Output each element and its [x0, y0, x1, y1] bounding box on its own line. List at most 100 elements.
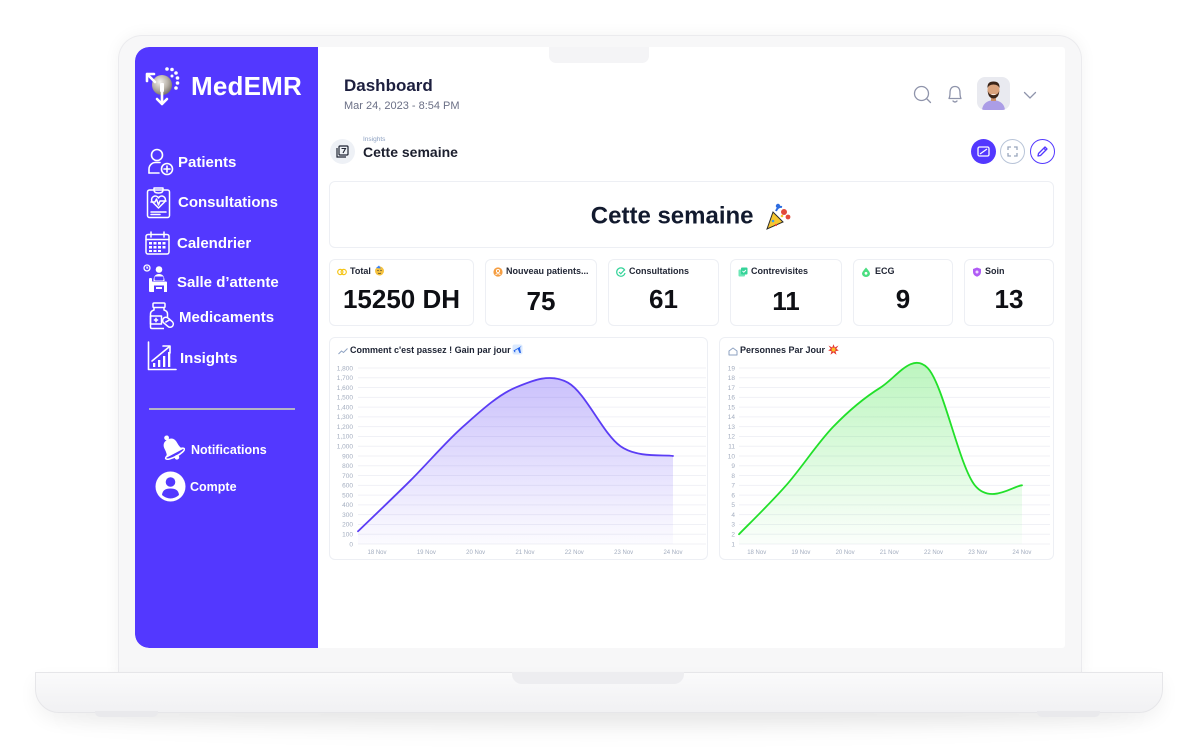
- x-tick-label: 24 Nov: [1012, 550, 1031, 556]
- data-point: [973, 483, 977, 487]
- stat-value: 13: [994, 284, 1024, 314]
- y-tick-label: 16: [728, 395, 736, 402]
- y-tick-label: 11: [728, 444, 735, 451]
- coins-icon: [337, 268, 347, 276]
- y-tick-label: 2: [731, 532, 735, 539]
- data-point: [831, 425, 835, 429]
- personnes-area-chart: 1234567891011121314151617181918 Nov 19 No…: [728, 361, 1050, 556]
- partying-face-icon: [375, 265, 384, 276]
- y-tick-label: 1,700: [337, 375, 354, 382]
- picture-view-button[interactable]: [971, 139, 996, 164]
- chevron-down-icon[interactable]: [1023, 91, 1037, 100]
- y-tick-label: 15: [728, 404, 736, 411]
- x-tick-label: 23 Nov: [614, 550, 633, 556]
- app-window: MedEMR Patients Consultations Calendrier…: [135, 47, 1065, 648]
- y-tick-label: 1,000: [337, 444, 354, 451]
- laptop-trackpad-notch: [512, 672, 684, 684]
- fullscreen-button[interactable]: [1000, 139, 1025, 164]
- laptop-foot-left: [95, 711, 158, 717]
- bell-icon: [163, 435, 185, 461]
- app-name: MedEMR: [191, 71, 302, 101]
- stat-label: ECG: [875, 266, 895, 276]
- sidebar-item-medicaments[interactable]: Medicaments: [135, 301, 318, 335]
- avatar[interactable]: [977, 77, 1010, 110]
- y-tick-label: 8: [731, 473, 735, 480]
- stat-card-consultations[interactable]: Consultations 61: [608, 259, 719, 326]
- laptop-foot-right: [1037, 711, 1100, 717]
- sidebar-item-calendrier[interactable]: Calendrier: [135, 228, 318, 262]
- y-tick-label: 500: [342, 492, 353, 499]
- page-datetime: Mar 24, 2023 - 8:54 PM: [344, 100, 460, 112]
- stat-value: 9: [895, 284, 911, 314]
- y-tick-label: 12: [728, 434, 736, 441]
- breadcrumb[interactable]: Insights: [363, 136, 385, 144]
- stat-card-total[interactable]: Total 15250 DH: [329, 259, 474, 326]
- section-title: Cette semaine: [363, 144, 458, 160]
- sidebar: MedEMR Patients Consultations Calendrier…: [135, 47, 318, 648]
- stat-value: 11: [772, 286, 800, 316]
- stat-label: Total: [350, 266, 371, 276]
- sidebar-item-insights[interactable]: Insights: [135, 341, 318, 375]
- picture-icon: [977, 146, 990, 157]
- data-point: [784, 483, 788, 487]
- data-point: [737, 532, 741, 536]
- data-point: [879, 386, 883, 390]
- y-tick-label: 1,500: [337, 395, 354, 402]
- y-tick-label: 5: [731, 502, 735, 509]
- sidebar-item-notifications[interactable]: Notifications: [135, 431, 318, 465]
- sidebar-item-compte[interactable]: Compte: [135, 469, 318, 503]
- airplane-icon: [512, 344, 523, 355]
- y-tick-label: 1,800: [337, 365, 354, 372]
- x-tick-label: 22 Nov: [565, 550, 584, 556]
- stat-card-ecg[interactable]: ECG 9: [853, 259, 953, 326]
- search-icon[interactable]: [913, 85, 932, 104]
- medicine-bottle-icon: [149, 302, 175, 330]
- stat-value: 61: [649, 284, 678, 314]
- edit-button[interactable]: [1030, 139, 1055, 164]
- y-tick-label: 0: [349, 541, 353, 548]
- x-tick-label: 20 Nov: [466, 550, 485, 556]
- data-point: [566, 381, 570, 385]
- data-point: [409, 478, 413, 482]
- data-point: [461, 425, 465, 429]
- stat-label: Contrevisites: [751, 266, 809, 276]
- sidebar-item-salle-attente[interactable]: Salle d’attente: [135, 264, 318, 298]
- y-tick-label: 9: [731, 463, 735, 470]
- x-tick-label: 21 Nov: [880, 550, 899, 556]
- y-tick-label: 3: [731, 522, 735, 529]
- y-tick-label: 1,300: [337, 414, 354, 421]
- medemr-logo-icon: [145, 67, 180, 106]
- stat-card-nouveau-patients[interactable]: Nouveau patients... 75: [485, 259, 597, 326]
- user-plus-icon: [148, 148, 174, 176]
- check-circle-icon: [616, 267, 626, 277]
- banner-card: Cette semaine: [329, 181, 1054, 248]
- y-tick-label: 1: [731, 541, 735, 548]
- calendar-icon: [145, 231, 170, 255]
- y-tick-label: 18: [728, 375, 736, 382]
- sidebar-item-patients[interactable]: Patients: [135, 146, 318, 180]
- sidebar-divider: [149, 408, 295, 410]
- y-tick-label: 800: [342, 463, 353, 470]
- data-point: [926, 366, 930, 370]
- chart-title: Personnes Par Jour: [740, 345, 826, 355]
- notification-bell-icon[interactable]: [946, 84, 964, 104]
- stat-card-contrevisites[interactable]: Contrevisites 11: [730, 259, 842, 326]
- y-tick-label: 600: [342, 483, 353, 490]
- pencil-icon: [1037, 146, 1048, 157]
- data-point: [1020, 483, 1024, 487]
- x-tick-label: 24 Nov: [663, 550, 682, 556]
- sidebar-item-label: Consultations: [178, 194, 278, 211]
- gain-area-chart: 0 100 200 300 400 500 600 700 800 900 1,000 1,100 1,…: [337, 365, 706, 556]
- y-tick-label: 1,200: [337, 424, 354, 431]
- sidebar-item-consultations[interactable]: Consultations: [135, 186, 318, 220]
- y-tick-label: 6: [731, 492, 735, 499]
- sidebar-item-label: Notifications: [191, 443, 267, 457]
- sidebar-item-label: Medicaments: [179, 309, 275, 326]
- y-tick-label: 1,400: [337, 404, 354, 411]
- camera-notch: [549, 47, 649, 63]
- trend-line-icon: [338, 348, 348, 355]
- stat-value: 15250 DH: [342, 284, 461, 314]
- clipboard-heart-icon: [146, 187, 171, 219]
- stat-card-soin[interactable]: Soin 13: [964, 259, 1054, 326]
- y-tick-label: 300: [342, 512, 353, 519]
